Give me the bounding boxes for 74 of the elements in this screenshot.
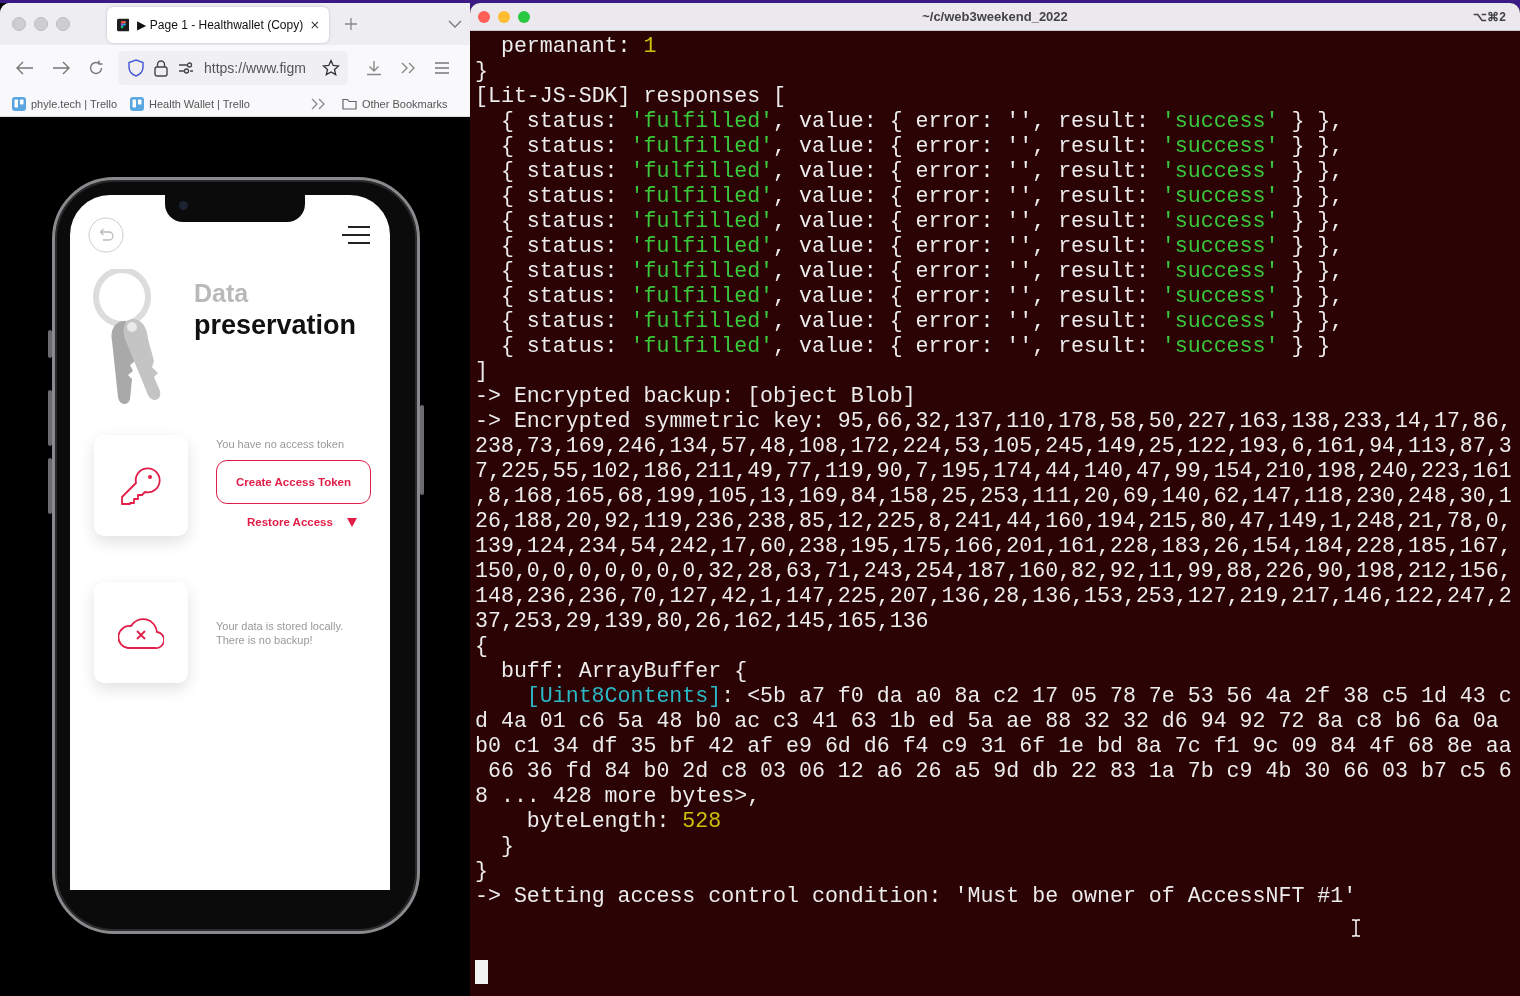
- forward-icon[interactable]: [52, 61, 70, 75]
- sliders-icon: [178, 62, 194, 74]
- terminal-line: { status: 'fulfilled', value: { error: '', result: 'success' } },: [499, 309, 1345, 334]
- terminal-line: { status: 'fulfilled', value: { error: '', result: 'success' } },: [499, 209, 1345, 234]
- terminal-line: 148,236,236,70,127,42,1,147,225,207,136,28,136,153,253,127,219,217,146,122,247,2: [475, 584, 1513, 609]
- terminal-line: { status: 'fulfilled', value: { error: '', result: 'success' } },: [499, 159, 1345, 184]
- key-icon: [120, 465, 162, 506]
- chevron-down-icon[interactable]: [448, 20, 462, 28]
- terminal-line: { status: 'fulfilled', value: { error: '', result: 'success' } },: [499, 109, 1345, 134]
- terminal-line: { status: 'fulfilled', value: { error: '', result: 'success' } },: [499, 234, 1345, 259]
- overflow-chevrons-icon[interactable]: [400, 62, 416, 74]
- terminal-line: [Uint8Contents]: <5b a7 f0 da a0 8a c2 17 05 78 7e 53 56 4a 2f 38 c5 1d 43 c: [525, 684, 1513, 709]
- terminal-line: 66 36 fd 84 b0 2d c8 03 06 12 a6 26 a5 9d db 22 83 1a 7b c9 4b 30 66 03 b7 c5 6: [486, 759, 1513, 784]
- terminal-line: 8 ... 428 more bytes>,: [475, 784, 762, 809]
- lock-icon: [154, 59, 168, 77]
- terminal-line: b0 c1 34 df 35 bf 42 af e9 6d d6 f4 c9 31 6f 1e bd 8a 7c f1 9c 09 84 4f 68 8e aa: [475, 734, 1513, 759]
- terminal-line: byteLength: 528: [525, 809, 723, 834]
- bookmark-link[interactable]: phyle.tech | Trello: [31, 97, 117, 110]
- terminal-line: -> Encrypted backup: [object Blob]: [475, 384, 917, 409]
- figma-logo-icon: [117, 17, 130, 33]
- terminal-line: -> Encrypted symmetric key: 95,66,32,137,110,178,58,50,227,163,138,233,14,17,86,: [475, 409, 1513, 434]
- title-text: preservation: [194, 310, 357, 341]
- terminal-line: d 4a 01 c6 5a 48 b0 ac c3 41 63 1b ed 5a ae 88 32 32 d6 94 92 72 8a c8 b6 6a 0a: [475, 709, 1500, 734]
- terminal-line: 7,225,55,102,186,211,49,77,119,90,7,195,174,44,140,47,99,154,210,198,240,223,161: [475, 459, 1513, 484]
- zoom-window-button[interactable]: [518, 10, 530, 23]
- terminal-line: {: [475, 634, 489, 659]
- shield-icon: [128, 59, 144, 77]
- download-icon[interactable]: [366, 60, 382, 76]
- terminal-line: ]: [475, 359, 489, 384]
- terminal-line: 238,73,169,246,134,57,48,108,172,224,53,105,245,149,25,122,193,6,161,94,113,87,3: [475, 434, 1513, 459]
- overflow-chevrons-icon[interactable]: [310, 97, 325, 110]
- window-title: ~/c/web3weekend_2022: [922, 9, 1068, 24]
- restore-access-link[interactable]: Restore Access: [247, 516, 333, 528]
- menu-icon[interactable]: [342, 225, 370, 245]
- terminal-line: 26,188,20,92,119,236,238,85,12,225,8,241,44,160,194,215,80,47,149,1,248,21,78,0,: [475, 509, 1513, 534]
- new-tab-icon[interactable]: [344, 17, 358, 31]
- terminal-line: -> Setting access control condition: 'Must be owner of AccessNFT #1': [475, 884, 1358, 909]
- terminal-line: }: [499, 834, 515, 859]
- reload-icon[interactable]: [88, 60, 104, 76]
- board-icon: [12, 96, 26, 111]
- close-window-button[interactable]: [478, 10, 490, 23]
- terminal-line: { status: 'fulfilled', value: { error: '', result: 'success' } },: [499, 259, 1345, 284]
- url-text: https://www.figm: [204, 60, 307, 76]
- terminal-line: permanant: 1: [499, 34, 658, 59]
- browser-tab[interactable]: ▶ Page 1 - Healthwallet (Copy): [107, 7, 329, 43]
- board-icon: [130, 96, 144, 111]
- status-text: Your data is stored locally. There is no backup!: [216, 618, 345, 647]
- terminal-line: { status: 'fulfilled', value: { error: '', result: 'success' } }: [499, 334, 1332, 359]
- terminal-line: { status: 'fulfilled', value: { error: '', result: 'success' } },: [499, 134, 1345, 159]
- bookmark-link[interactable]: Health Wallet | Trello: [149, 97, 250, 110]
- terminal-line: }: [475, 59, 489, 84]
- caret-icon[interactable]: [346, 517, 357, 527]
- terminal-line: { status: 'fulfilled', value: { error: '', result: 'success' } },: [499, 284, 1345, 309]
- status-text: You have no access token: [216, 438, 345, 450]
- bookmark-folder[interactable]: Other Bookmarks: [361, 97, 448, 110]
- text-cursor: [475, 959, 488, 984]
- terminal-line: ,8,168,165,68,199,105,13,169,84,158,25,253,111,20,69,140,62,147,118,230,248,30,1: [475, 484, 1513, 509]
- folder-icon: [341, 97, 357, 110]
- terminal-line: 150,0,0,0,0,0,0,0,32,28,63,71,243,254,187,160,82,92,11,99,88,226,90,198,212,156,: [475, 559, 1513, 584]
- terminal-line: 37,253,29,139,80,26,162,145,165,136: [475, 609, 930, 634]
- address-bar[interactable]: https://www.figm: [118, 51, 348, 85]
- terminal-line: { status: 'fulfilled', value: { error: '', result: 'success' } },: [499, 184, 1345, 209]
- cloud-error-icon: [118, 615, 164, 650]
- terminal-line: [Lit-JS-SDK] responses [: [475, 84, 787, 109]
- i-beam-cursor-icon: [1351, 919, 1361, 937]
- terminal-line: 139,124,234,54,242,17,60,238,195,175,166,201,161,228,183,26,154,184,228,185,167,: [475, 534, 1513, 559]
- terminal-line: }: [475, 859, 489, 884]
- create-token-button[interactable]: Create Access Token: [216, 460, 371, 504]
- star-icon[interactable]: [322, 59, 340, 77]
- shortcut-label: ⌥⌘2: [1473, 9, 1506, 24]
- terminal-line: buff: ArrayBuffer {: [499, 659, 749, 684]
- close-icon[interactable]: [311, 20, 319, 30]
- title-text: Data: [194, 279, 250, 308]
- back-icon[interactable]: [16, 61, 34, 75]
